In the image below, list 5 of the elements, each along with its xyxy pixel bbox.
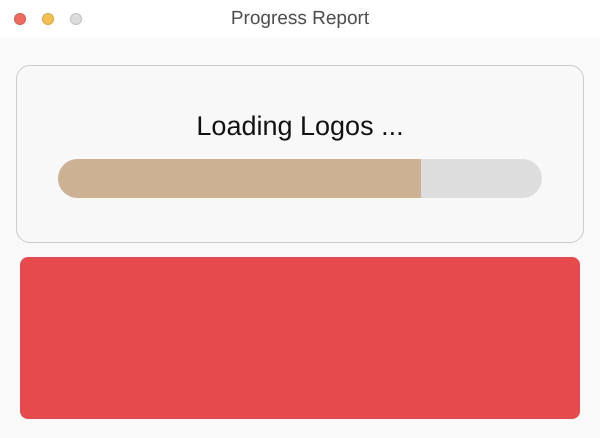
close-button[interactable] — [14, 13, 26, 25]
window-title: Progress Report — [230, 8, 370, 30]
progress-label: Loading Logos ... — [196, 110, 404, 143]
zoom-button[interactable] — [70, 13, 82, 25]
minimize-button[interactable] — [42, 13, 54, 25]
